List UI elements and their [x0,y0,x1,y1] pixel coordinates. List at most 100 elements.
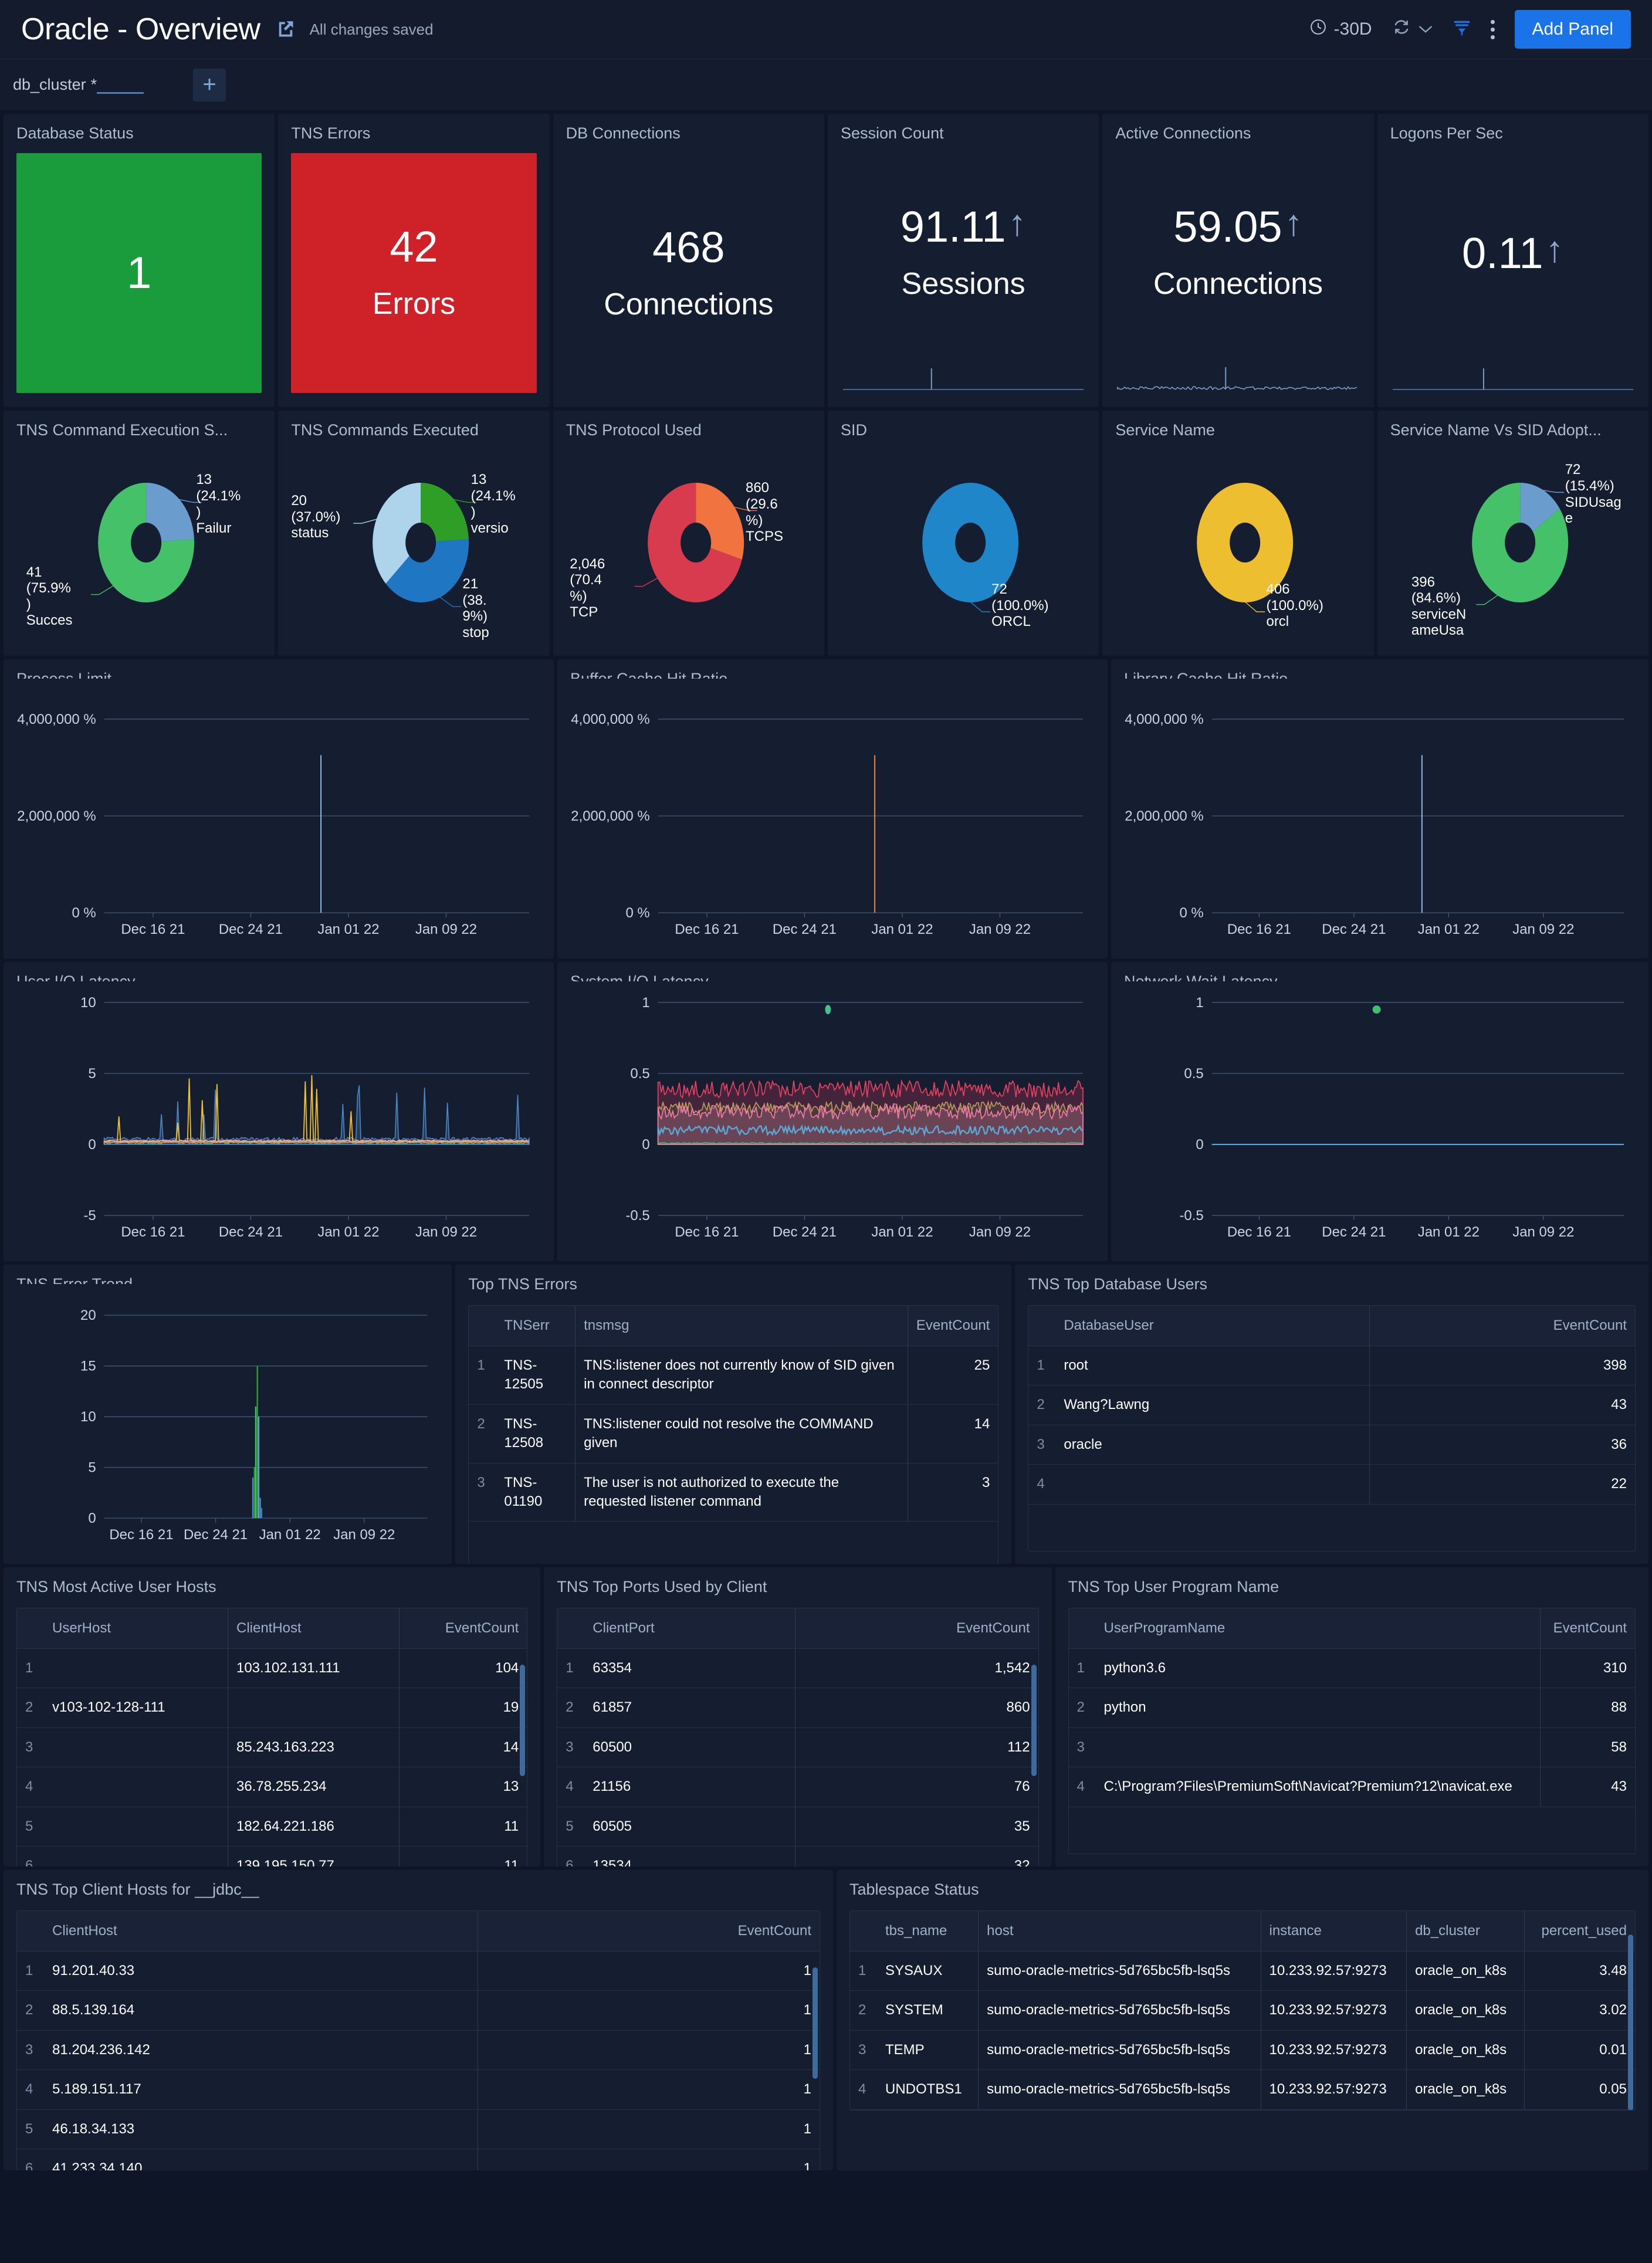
table-row[interactable]: 6 41.233.34.140 1 [17,2149,820,2170]
table-scrollbar[interactable] [813,1967,818,2079]
panel-tns-top-user-program-name[interactable]: TNS Top User Program Name UserProgramNam… [1055,1567,1648,1866]
row-index-header [17,1911,44,1952]
table-row[interactable]: 3 81.204.236.142 1 [17,2030,820,2069]
col-eventcount[interactable]: EventCount [478,1911,820,1952]
table-row[interactable]: 3 60500 112 [557,1727,1038,1767]
table-row[interactable]: 2 v103-102-128-111 19 [17,1688,527,1727]
table-row[interactable]: 5 46.18.34.133 1 [17,2109,820,2149]
panel-donut-service-name-vs-sid-adopt-[interactable]: Service Name Vs SID Adopt... 72 (15.4%) S… [1377,411,1648,656]
share-icon[interactable] [277,19,294,39]
col-percent-used[interactable]: percent_used [1524,1911,1635,1952]
col-instance[interactable]: instance [1261,1911,1407,1952]
panel-kpi-db-connections[interactable]: DB Connections 468 Connections [553,114,824,407]
table-row[interactable]: 3 oracle 36 [1028,1425,1635,1464]
table-row[interactable]: 3 58 [1069,1727,1635,1767]
table-row[interactable]: 1 SYSAUX sumo-oracle-metrics-5d765bc5fb-ls… [850,1952,1635,1991]
refresh-control[interactable] [1392,18,1433,41]
tns-top-client-hosts-table[interactable]: ClientHost EventCount 1 91.201.40.33 1 2 88.… [16,1910,820,2170]
db-cluster-filter[interactable]: db_cluster * [13,76,144,94]
col-userhost[interactable]: UserHost [44,1608,228,1649]
panel-kpi-logons-per-sec[interactable]: Logons Per Sec 0.11 ↑ [1377,114,1648,407]
table-row[interactable]: 4 36.78.255.234 13 [17,1767,527,1807]
panel-system-i-o-latency[interactable]: System I/O Latency 1 0.5 0 -0.5 Dec 16 21 Dec … [557,962,1108,1261]
table-row[interactable]: 1 63354 1,542 [557,1649,1038,1688]
panel-donut-tns-command-execution-s-[interactable]: TNS Command Execution S... 13 (24.1% ) Fa… [4,411,275,656]
table-row[interactable]: 6 139.195.150.77 11 [17,1846,527,1866]
table-row[interactable]: 4 21156 76 [557,1767,1038,1807]
panel-library-cache-hit-ratio[interactable]: Library Cache Hit Ratio 4,000,000 % 2,000,… [1111,659,1648,958]
col-tnserr[interactable]: TNSerr [496,1306,575,1346]
table-row[interactable]: 4 UNDOTBS1 sumo-oracle-metrics-5d765bc5fb-… [850,2070,1635,2109]
table-row[interactable]: 5 182.64.221.186 11 [17,1807,527,1846]
panel-tablespace-status[interactable]: Tablespace Status tbs_name host instance… [837,1870,1648,2170]
tablespace-status-table[interactable]: tbs_name host instance db_cluster percen… [849,1910,1636,2110]
panel-donut-tns-protocol-used[interactable]: TNS Protocol Used 860 (29.6 %) TCPS 2,046 … [553,411,824,656]
table-row[interactable]: 2 python 88 [1069,1688,1635,1727]
panel-user-i-o-latency[interactable]: User I/O Latency 10 5 0 -5 Dec 16 21 Dec 24 21… [4,962,554,1261]
col-db-cluster[interactable]: db_cluster [1407,1911,1525,1952]
table-scrollbar[interactable] [1031,1665,1037,1776]
panel-tns-most-active-user-hosts[interactable]: TNS Most Active User Hosts UserHost Clie… [4,1567,540,1866]
panel-tns-top-database-users[interactable]: TNS Top Database Users DatabaseUser Even… [1015,1265,1648,1564]
top-tns-errors-table[interactable]: TNSerr tnsmsg EventCount 1 TNS-12505 TNS:l… [468,1305,998,1564]
panel-process-limit[interactable]: Process Limit 4,000,000 % 2,000,000 % 0 % De… [4,659,554,958]
table-scrollbar[interactable] [520,1665,525,1776]
col-clienthost[interactable]: ClientHost [228,1608,399,1649]
table-row[interactable]: 1 TNS-12505 TNS:listener does not currentl… [469,1346,998,1405]
panel-kpi-session-count[interactable]: Session Count 91.11 ↑ Sessions [828,114,1099,407]
panel-tns-error-trend[interactable]: TNS Error Trend 20 15 10 5 0 Dec 16 21 Dec 24 … [4,1265,452,1564]
tns-most-active-user-hosts-table[interactable]: UserHost ClientHost EventCount 1 103.102.… [16,1608,527,1866]
table-row[interactable]: 2 61857 860 [557,1688,1038,1727]
col-eventcount[interactable]: EventCount [399,1608,527,1649]
table-row[interactable]: 2 TNS-12508 TNS:listener could not resolve… [469,1404,998,1463]
table-row[interactable]: 1 root 398 [1028,1346,1635,1385]
col-eventcount[interactable]: EventCount [908,1306,998,1346]
col-host[interactable]: host [979,1911,1261,1952]
col-eventcount[interactable]: EventCount [1369,1306,1635,1346]
filter-icon[interactable] [1453,19,1471,40]
filter-input-underline[interactable] [97,92,144,94]
tns-top-ports-table[interactable]: ClientPort EventCount 1 63354 1,542 2 61857 8… [557,1608,1038,1866]
time-range-picker[interactable]: -30D [1309,18,1372,40]
tns-top-database-users-table[interactable]: DatabaseUser EventCount 1 root 398 2 Wang?La… [1028,1305,1636,1551]
col-tnsmsg[interactable]: tnsmsg [576,1306,908,1346]
panel-top-tns-errors[interactable]: Top TNS Errors TNSerr tnsmsg EventCount … [455,1265,1011,1564]
table-row[interactable]: 3 85.243.163.223 14 [17,1727,527,1767]
table-row[interactable]: 3 TEMP sumo-oracle-metrics-5d765bc5fb-lsq5… [850,2030,1635,2069]
table-row[interactable]: 4 22 [1028,1465,1635,1504]
table-row[interactable]: 2 Wang?Lawng 43 [1028,1385,1635,1425]
table-row[interactable]: 5 60505 35 [557,1807,1038,1846]
panel-kpi-active-connections[interactable]: Active Connections 59.05 ↑ Connections [1102,114,1373,407]
table-row[interactable]: 3 TNS-01190 The user is not authorized to … [469,1463,998,1522]
table-row[interactable]: 4 C:\Program?Files\PremiumSoft\Navicat?Pr… [1069,1767,1635,1807]
panel-buffer-cache-hit-ratio[interactable]: Buffer Cache Hit Ratio 4,000,000 % 2,000,0… [557,659,1108,958]
table-row[interactable]: 1 103.102.131.111 104 [17,1649,527,1688]
panel-donut-tns-commands-executed[interactable]: TNS Commands Executed 13 (24.1% ) versio 2… [278,411,549,656]
table-row[interactable]: 4 5.189.151.117 1 [17,2070,820,2109]
col-clientport[interactable]: ClientPort [584,1608,795,1649]
table-row[interactable]: 6 13534 32 [557,1846,1038,1866]
col-tbs-name[interactable]: tbs_name [877,1911,979,1952]
panel-tns-top-ports-used-by-client[interactable]: TNS Top Ports Used by Client ClientPort … [544,1567,1051,1866]
col-eventcount[interactable]: EventCount [1541,1608,1635,1649]
svg-text:0.5: 0.5 [1184,1066,1203,1082]
kebab-menu-icon[interactable] [1491,20,1495,39]
table-row[interactable]: 2 SYSTEM sumo-oracle-metrics-5d765bc5fb-ls… [850,1991,1635,2030]
table-row[interactable]: 2 88.5.139.164 1 [17,1991,820,2030]
table-row[interactable]: 1 python3.6 310 [1069,1649,1635,1688]
panel-kpi-tns-errors[interactable]: TNS Errors 42 Errors [278,114,549,407]
panel-donut-sid[interactable]: SID 72 (100.0%) ORCL [828,411,1099,656]
col-eventcount[interactable]: EventCount [795,1608,1038,1649]
tns-top-user-program-table[interactable]: UserProgramName EventCount 1 python3.6 310… [1068,1608,1636,1854]
panel-network-wait-latency[interactable]: Network Wait Latency 1 0.5 0 -0.5 Dec 16 21 De… [1111,962,1648,1261]
col-clienthost[interactable]: ClientHost [44,1911,478,1952]
panel-tns-top-client-hosts-jdbc[interactable]: TNS Top Client Hosts for __jdbc__ Client… [4,1870,833,2170]
col-userprogramname[interactable]: UserProgramName [1096,1608,1541,1649]
table-row[interactable]: 1 91.201.40.33 1 [17,1952,820,1991]
col-databaseuser[interactable]: DatabaseUser [1055,1306,1369,1346]
panel-donut-service-name[interactable]: Service Name 406 (100.0%) orcl [1102,411,1373,656]
add-filter-button[interactable]: + [193,69,226,101]
add-panel-button[interactable]: Add Panel [1515,10,1631,49]
panel-kpi-database-status[interactable]: Database Status 1 [4,114,275,407]
table-scrollbar[interactable] [1628,1935,1633,2110]
